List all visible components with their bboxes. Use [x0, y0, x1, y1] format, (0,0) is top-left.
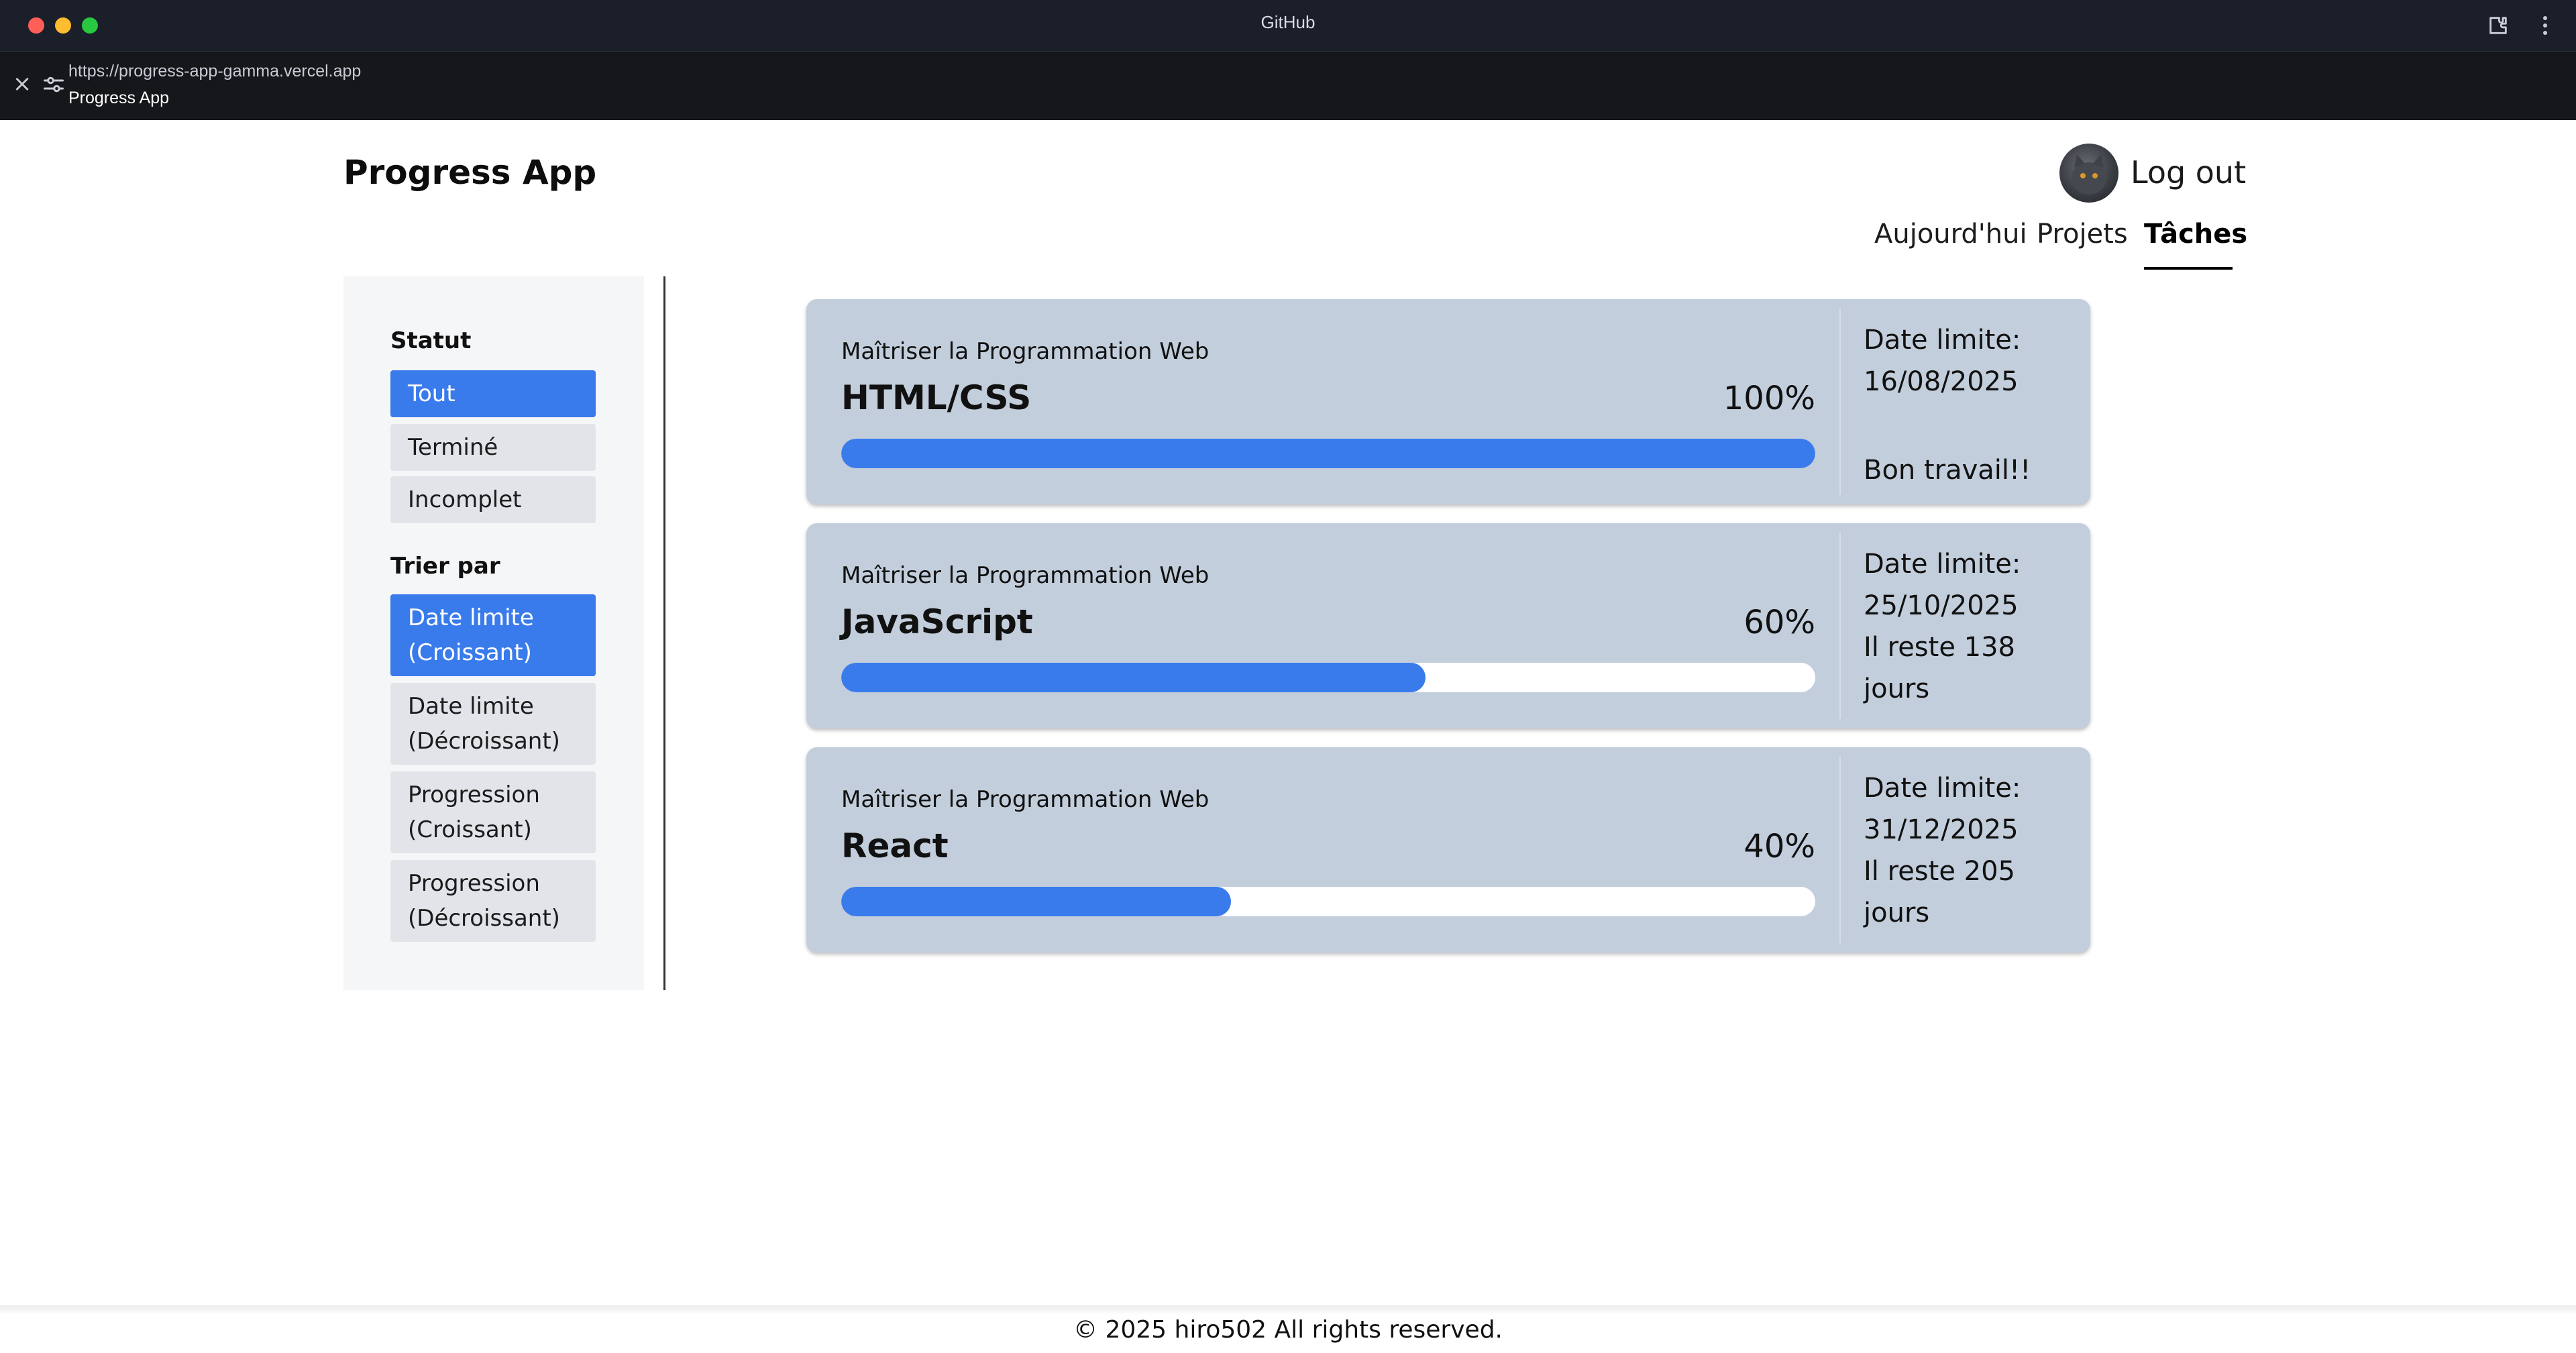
status-heading: Statut	[390, 327, 472, 354]
task-card[interactable]: Maîtriser la Programmation Web JavaScrip…	[806, 523, 2090, 728]
progress-bar	[841, 887, 1815, 916]
task-progress-percent: 40%	[1743, 828, 1815, 865]
nav-today[interactable]: Aujourd'hui	[1874, 219, 2027, 250]
address-bar	[0, 52, 2576, 120]
nav-tasks[interactable]: Tâches	[2144, 219, 2247, 250]
window-title: GitHub	[1260, 12, 1316, 32]
sort-progress-asc[interactable]: Progression (Croissant)	[390, 771, 596, 853]
app-title: Progress App	[343, 153, 597, 192]
sort-deadline-desc[interactable]: Date limite (Décroissant)	[390, 683, 596, 765]
progress-bar-fill	[841, 439, 1815, 468]
deadline-date: 31/12/2025	[1864, 814, 2019, 845]
deadline-date: 25/10/2025	[1864, 590, 2019, 621]
card-divider	[1839, 533, 1841, 719]
sidebar-divider	[663, 276, 665, 990]
sort-progress-desc[interactable]: Progression (Décroissant)	[390, 860, 596, 942]
task-deadline-panel: Date limite: 31/12/2025 Il reste 205 jou…	[1864, 767, 2078, 934]
nav-projects[interactable]: Projets	[2037, 219, 2128, 250]
url-text[interactable]: https://progress-app-gamma.vercel.app	[68, 62, 361, 81]
extensions-icon[interactable]	[2485, 12, 2512, 39]
task-title: HTML/CSS	[841, 378, 1032, 417]
task-progress-percent: 100%	[1723, 380, 1815, 417]
task-progress-percent: 60%	[1743, 604, 1815, 641]
task-deadline-panel: Date limite: 25/10/2025 Il reste 138 jou…	[1864, 543, 2078, 710]
sort-option-line: (Croissant)	[408, 816, 532, 843]
status-filter-label: Terminé	[408, 434, 498, 461]
card-divider	[1839, 757, 1841, 943]
site-settings-icon[interactable]	[42, 72, 66, 97]
progress-bar	[841, 663, 1815, 692]
task-deadline-panel: Date limite: 16/08/2025 Bon travail!!	[1864, 319, 2078, 491]
sort-option-line: Date limite	[408, 604, 534, 631]
deadline-note: Il reste 205 jours	[1864, 856, 2015, 928]
sort-option-line: (Croissant)	[408, 639, 532, 666]
sort-option-line: (Décroissant)	[408, 728, 560, 755]
deadline-label: Date limite:	[1864, 325, 2021, 356]
sort-option-line: Progression	[408, 870, 540, 897]
task-title: React	[841, 826, 949, 865]
deadline-label: Date limite:	[1864, 773, 2021, 804]
task-card[interactable]: Maîtriser la Programmation Web HTML/CSS …	[806, 299, 2090, 504]
sort-option-line: (Décroissant)	[408, 905, 560, 932]
deadline-date: 16/08/2025	[1864, 366, 2019, 397]
task-project-name: Maîtriser la Programmation Web	[841, 562, 1210, 589]
sort-heading: Trier par	[390, 553, 500, 580]
more-options-icon[interactable]	[2532, 12, 2559, 39]
sort-option-line: Progression	[408, 781, 540, 808]
progress-bar-fill	[841, 887, 1231, 916]
sort-option-line: Date limite	[408, 693, 534, 720]
nav-active-indicator	[2144, 267, 2233, 270]
task-card[interactable]: Maîtriser la Programmation Web React 40%…	[806, 747, 2090, 953]
card-divider	[1839, 309, 1841, 495]
status-filter-label: Incomplet	[408, 486, 522, 513]
page-tab-title: Progress App	[68, 89, 170, 107]
footer-copyright: © 2025 hiro502 All rights reserved.	[1073, 1316, 1503, 1344]
avatar[interactable]	[2059, 144, 2118, 203]
status-filter-incomplete[interactable]: Incomplet	[390, 476, 596, 523]
status-filter-label: Tout	[408, 380, 455, 407]
progress-bar-fill	[841, 663, 1426, 692]
task-title: JavaScript	[841, 602, 1033, 641]
deadline-label: Date limite:	[1864, 549, 2021, 580]
window-titlebar: GitHub	[0, 0, 2576, 52]
progress-bar	[841, 439, 1815, 468]
status-filter-all[interactable]: Tout	[390, 370, 596, 417]
task-project-name: Maîtriser la Programmation Web	[841, 338, 1210, 365]
task-project-name: Maîtriser la Programmation Web	[841, 786, 1210, 813]
deadline-note: Il reste 138 jours	[1864, 632, 2015, 704]
status-filter-done[interactable]: Terminé	[390, 424, 596, 471]
close-icon[interactable]: ×	[11, 72, 34, 95]
logout-button[interactable]: Log out	[2131, 154, 2246, 191]
deadline-note: Bon travail!!	[1864, 455, 2031, 486]
sort-deadline-asc[interactable]: Date limite (Croissant)	[390, 594, 596, 676]
